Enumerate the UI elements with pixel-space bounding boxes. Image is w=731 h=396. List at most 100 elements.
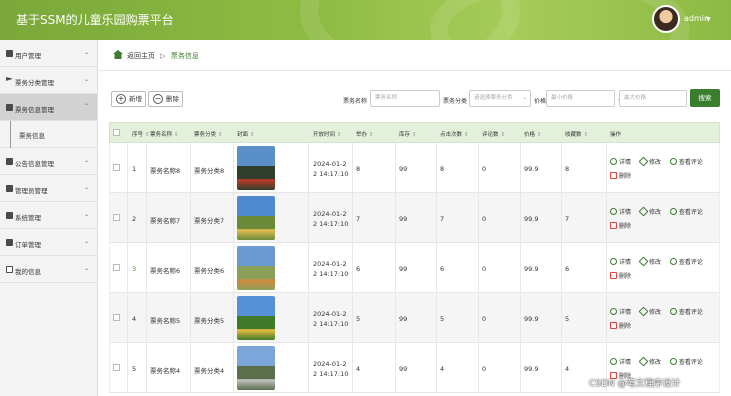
document-icon xyxy=(6,158,13,165)
sidebar-item-system[interactable]: 系统管理 ⌄ xyxy=(0,202,97,229)
chevron-down-icon: ⌄ xyxy=(522,95,527,101)
cell-comments: 0 xyxy=(482,315,487,323)
detail-button[interactable]: 详情 xyxy=(610,357,631,366)
sidebar-item-notice[interactable]: 公告信息管理 ⌄ xyxy=(0,148,97,175)
cell-stock: 99 xyxy=(399,265,408,273)
column-header[interactable]: 票务名称 ⇕ xyxy=(150,130,179,138)
column-header[interactable]: 序号 ⇕ xyxy=(132,130,150,138)
column-divider xyxy=(520,193,521,243)
column-divider xyxy=(395,243,396,293)
table-row[interactable]: 1 票务名称8 票务分类8 2024-01-22 14:17:10 8 99 8 0 99.9 8… xyxy=(109,143,720,193)
row-delete-button[interactable]: 删除 xyxy=(610,171,703,180)
row-checkbox[interactable] xyxy=(113,164,120,171)
row-delete-button[interactable]: 删除 xyxy=(610,271,703,280)
breadcrumb-home[interactable]: 返回主页 xyxy=(127,52,155,60)
edit-button[interactable]: 修改 xyxy=(638,206,661,217)
table-row[interactable]: 3 票务名称6 票务分类6 2024-01-22 14:17:10 6 99 6 0 99.9 6… xyxy=(109,243,720,293)
sidebar-item-ticket-info[interactable]: 票务信息管理 ⌃ xyxy=(0,94,97,121)
view-comments-button[interactable]: 查看评论 xyxy=(669,257,703,266)
column-header[interactable]: 举办 ⇕ xyxy=(356,130,374,138)
column-header[interactable]: 开放时间 ⇕ xyxy=(313,130,342,138)
sidebar-item-profile[interactable]: 我的信息 ⌄ xyxy=(0,256,97,283)
cell-time: 2024-01-22 14:17:10 xyxy=(313,210,349,228)
watermark: CSDN @笔文程序设计 xyxy=(589,379,681,389)
sidebar-item-users[interactable]: 用户管理 ⌄ xyxy=(0,40,97,67)
sidebar-item-admins[interactable]: 管理员管理 ⌄ xyxy=(0,175,97,202)
row-actions: 详情 修改 查看评论 删除 xyxy=(610,256,710,280)
delete-button[interactable]: − 删除 xyxy=(148,91,183,107)
cell-category: 票务分类4 xyxy=(194,367,225,375)
max-price-input[interactable]: 最大价格 xyxy=(619,90,687,107)
sidebar-item-label: 系统管理 xyxy=(15,214,41,222)
row-checkbox[interactable] xyxy=(113,264,120,271)
column-header[interactable]: 收藏数 ⇕ xyxy=(565,130,588,138)
edit-button[interactable]: 修改 xyxy=(638,256,661,267)
chevron-down-icon: ⌄ xyxy=(83,238,89,245)
cell-category: 票务分类7 xyxy=(194,217,225,225)
column-divider xyxy=(308,343,309,393)
row-checkbox[interactable] xyxy=(113,364,120,371)
cover-image[interactable] xyxy=(237,246,275,290)
column-divider xyxy=(436,293,437,343)
row-checkbox[interactable] xyxy=(113,214,120,221)
row-checkbox[interactable] xyxy=(113,314,120,321)
sidebar-subitem-ticket-info[interactable]: 票务信息 xyxy=(0,121,97,148)
app-header: 基于SSM的儿童乐园购票平台 admin ▼ xyxy=(0,0,731,40)
cell-clicks: 8 xyxy=(440,165,445,173)
cell-price: 99.9 xyxy=(524,265,539,273)
sidebar-item-ticket-category[interactable]: 票务分类管理 ⌄ xyxy=(0,67,97,94)
cell-price: 99.9 xyxy=(524,365,539,373)
column-header[interactable]: 点击次数 ⇕ xyxy=(440,130,469,138)
column-divider xyxy=(233,243,234,293)
name-input[interactable]: 票务名称 xyxy=(370,90,440,107)
column-header[interactable]: 价格 ⇕ xyxy=(524,130,542,138)
detail-button[interactable]: 详情 xyxy=(610,157,631,166)
column-header[interactable]: 封面 ⇕ xyxy=(237,130,255,138)
min-price-input[interactable]: 最小价格 xyxy=(546,90,615,107)
column-divider xyxy=(606,193,607,243)
add-button[interactable]: + 新增 xyxy=(111,91,146,107)
view-comments-button[interactable]: 查看评论 xyxy=(669,307,703,316)
column-header[interactable]: 票务分类 ⇕ xyxy=(194,130,223,138)
table-row[interactable]: 4 票务名称5 票务分类5 2024-01-22 14:17:10 5 99 5 0 99.9 5… xyxy=(109,293,720,343)
table-row[interactable]: 2 票务名称7 票务分类7 2024-01-22 14:17:10 7 99 7 0 99.9 7… xyxy=(109,193,720,243)
column-divider xyxy=(352,193,353,243)
column-header[interactable]: 库存 ⇕ xyxy=(399,130,417,138)
detail-button[interactable]: 详情 xyxy=(610,307,631,316)
column-divider xyxy=(520,293,521,343)
cell-name: 票务名称5 xyxy=(150,317,181,325)
detail-button[interactable]: 详情 xyxy=(610,257,631,266)
cover-image[interactable] xyxy=(237,346,275,390)
home-icon[interactable] xyxy=(113,50,123,59)
select-all-checkbox[interactable] xyxy=(113,129,120,136)
view-comments-button[interactable]: 查看评论 xyxy=(669,157,703,166)
view-comments-button[interactable]: 查看评论 xyxy=(669,357,703,366)
column-divider xyxy=(127,193,128,243)
column-divider xyxy=(233,143,234,193)
cover-image[interactable] xyxy=(237,146,275,190)
column-divider xyxy=(146,193,147,243)
cell-price: 99.9 xyxy=(524,215,539,223)
chevron-down-icon: ⌄ xyxy=(83,76,89,83)
row-actions: 详情 修改 查看评论 删除 xyxy=(610,306,710,330)
cell-comments: 0 xyxy=(482,265,487,273)
search-button[interactable]: 搜索 xyxy=(690,89,720,107)
column-header[interactable]: 评论数 ⇕ xyxy=(482,130,505,138)
view-comments-button[interactable]: 查看评论 xyxy=(669,207,703,216)
cell-favorites: 6 xyxy=(565,265,570,273)
avatar[interactable] xyxy=(652,5,680,33)
chevron-down-icon[interactable]: ▼ xyxy=(706,16,711,23)
cover-image[interactable] xyxy=(237,196,275,240)
sidebar-item-orders[interactable]: 订单管理 ⌄ xyxy=(0,229,97,256)
row-delete-button[interactable]: 删除 xyxy=(610,321,703,330)
edit-button[interactable]: 修改 xyxy=(638,356,661,367)
category-select[interactable]: 请选择票务分类 ⌄ xyxy=(469,90,531,107)
edit-button[interactable]: 修改 xyxy=(638,156,661,167)
detail-button[interactable]: 详情 xyxy=(610,207,631,216)
search-icon xyxy=(610,308,617,315)
row-delete-button[interactable]: 删除 xyxy=(610,221,703,230)
cover-image[interactable] xyxy=(237,296,275,340)
column-divider xyxy=(352,243,353,293)
edit-button[interactable]: 修改 xyxy=(638,306,661,317)
column-divider xyxy=(561,243,562,293)
